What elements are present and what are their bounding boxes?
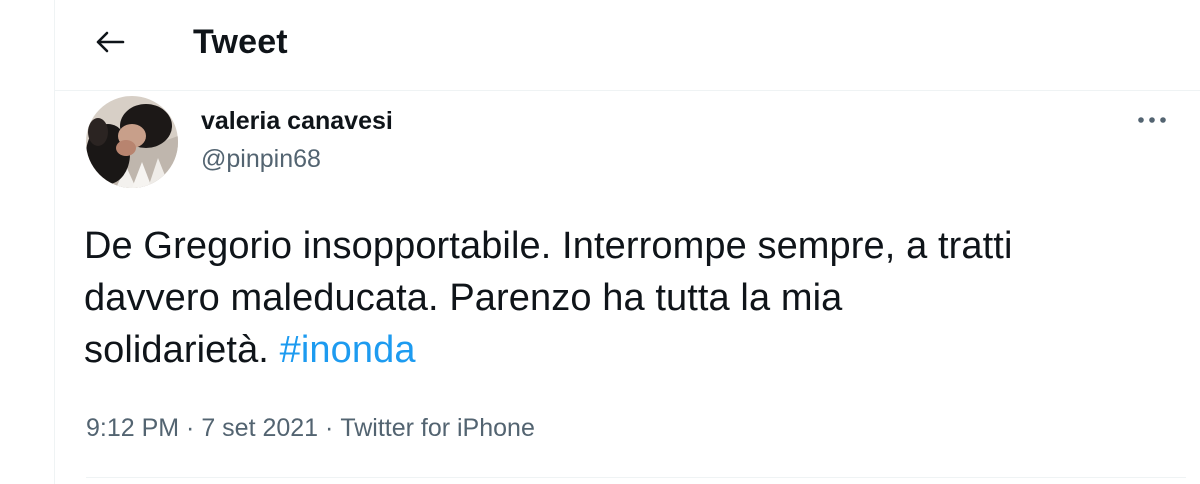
tweet-text: De Gregorio insopportabile. Interrompe s… [84,220,1184,376]
back-button[interactable] [88,22,132,62]
meta-separator: · [179,414,202,442]
arrow-left-icon [96,31,125,53]
meta-divider [86,477,1186,478]
tweet-text-line: De Gregorio insopportabile. Interrompe s… [84,225,1013,267]
more-options-button[interactable] [1134,108,1170,132]
tweet-metadata: 9:12 PM · 7 set 2021 · Twitter for iPhon… [86,412,535,444]
column-border [54,0,55,484]
page-title: Tweet [193,23,288,61]
ellipsis-icon [1138,117,1166,123]
tweet-text-fragment: solidarietà. [84,329,280,371]
author-handle[interactable]: @pinpin68 [201,144,321,174]
tweet-text-line: solidarietà. #inonda [84,324,1184,376]
meta-separator: · [318,414,341,442]
avatar[interactable] [86,96,178,188]
header-divider [55,90,1200,91]
tweet-page: Tweet valeria canavesi @pinpin68 De Greg… [0,0,1200,484]
author-display-name[interactable]: valeria canavesi [201,106,393,136]
profile-photo [86,96,178,188]
tweet-text-line: davvero maleducata. Parenzo ha tutta la … [84,277,843,319]
tweet-source[interactable]: Twitter for iPhone [340,414,535,442]
tweet-date[interactable]: 7 set 2021 [201,414,318,442]
hashtag-link[interactable]: #inonda [280,329,416,371]
tweet-time[interactable]: 9:12 PM [86,414,179,442]
